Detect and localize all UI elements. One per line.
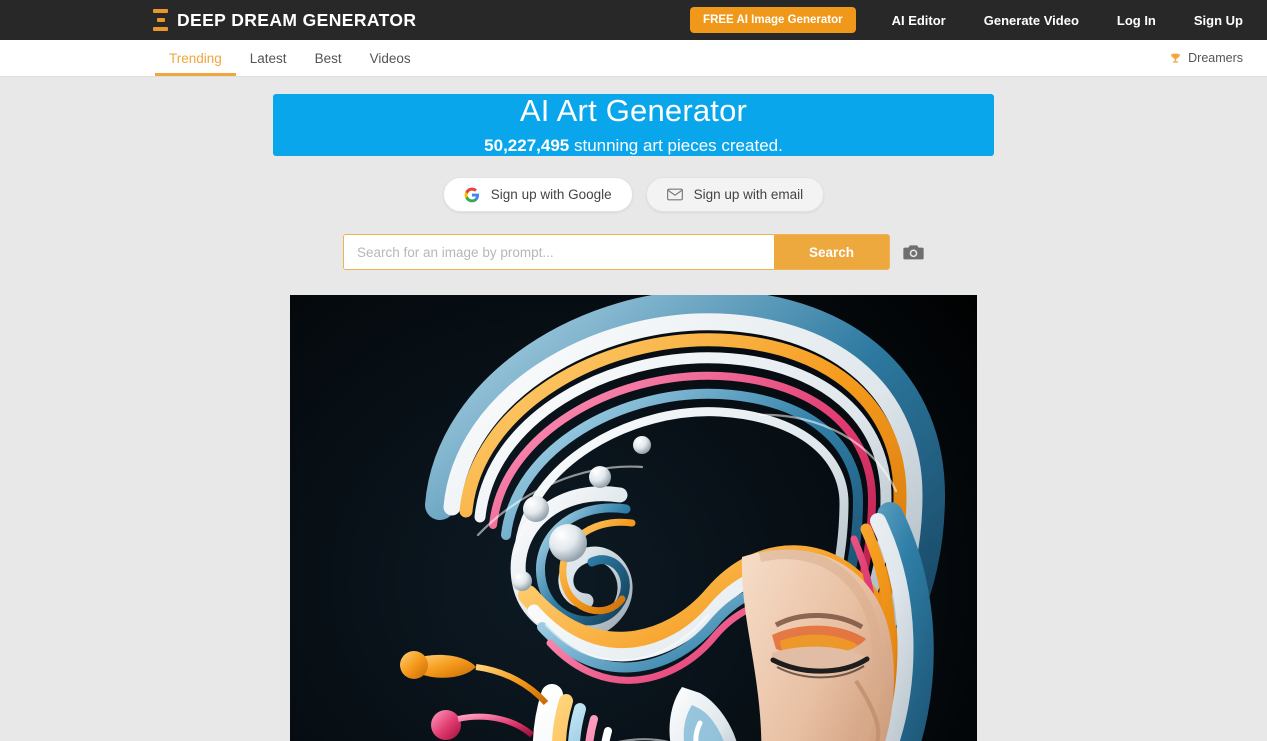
page-title: AI Art Generator (519, 93, 748, 128)
tab-trending[interactable]: Trending (155, 40, 236, 76)
search-bar: Search (343, 234, 924, 271)
google-signup-label: Sign up with Google (490, 187, 612, 203)
search-input[interactable] (344, 235, 774, 270)
envelope-icon (666, 188, 683, 201)
featured-artwork-image (290, 295, 977, 741)
secondary-nav-bar: Trending Latest Best Videos Dreamers (0, 40, 1267, 77)
email-signup-label: Sign up with email (693, 187, 804, 203)
search-button[interactable]: Search (774, 235, 889, 270)
category-tabs: Trending Latest Best Videos (155, 40, 425, 76)
tab-latest[interactable]: Latest (236, 40, 301, 76)
tab-videos[interactable]: Videos (356, 40, 425, 76)
hero-banner: AI Art Generator 50,227,495 stunning art… (273, 93, 994, 157)
sign-up-with-google-button[interactable]: Sign up with Google (442, 177, 633, 213)
sign-up-with-email-button[interactable]: Sign up with email (645, 177, 825, 213)
nav-link-generate-video[interactable]: Generate Video (984, 13, 1079, 28)
nav-link-ai-editor[interactable]: AI Editor (892, 13, 946, 28)
dreamers-label: Dreamers (1188, 51, 1243, 65)
signup-buttons: Sign up with Google Sign up with email (442, 177, 825, 213)
tab-best[interactable]: Best (301, 40, 356, 76)
nav-link-sign-up[interactable]: Sign Up (1194, 13, 1243, 28)
trophy-icon (1171, 53, 1180, 63)
nav-link-log-in[interactable]: Log In (1117, 13, 1156, 28)
google-g-icon (464, 187, 479, 202)
art-count-value: 50,227,495 (484, 136, 570, 156)
camera-icon (902, 245, 924, 260)
camera-search-button[interactable] (902, 241, 924, 263)
top-header-bar: DEEP DREAM GENERATOR FREE AI Image Gener… (0, 0, 1267, 40)
brand-logo[interactable]: DEEP DREAM GENERATOR (153, 9, 416, 31)
free-ai-image-generator-button[interactable]: FREE AI Image Generator (690, 7, 856, 33)
dreamers-link[interactable]: Dreamers (1169, 40, 1243, 76)
featured-artwork-card[interactable] (290, 295, 977, 741)
art-count-suffix: stunning art pieces created. (569, 136, 783, 156)
art-count-subtitle: 50,227,495 stunning art pieces created. (484, 136, 783, 156)
brand-name: DEEP DREAM GENERATOR (177, 9, 417, 30)
search-box: Search (343, 234, 890, 271)
main-content: AI Art Generator 50,227,495 stunning art… (0, 77, 1267, 741)
hourglass-logo-icon (153, 9, 168, 31)
primary-nav: FREE AI Image Generator AI Editor Genera… (690, 7, 1243, 33)
